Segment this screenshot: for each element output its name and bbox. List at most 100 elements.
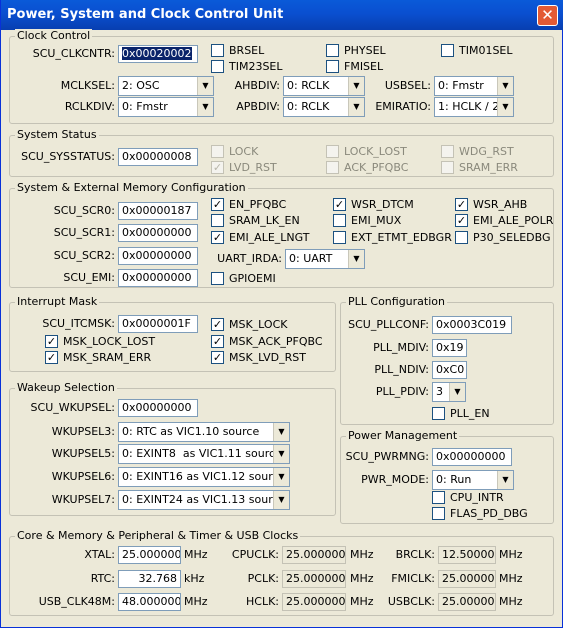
chevron-down-icon[interactable]: ▼ [273, 423, 289, 441]
msk-lvd-rst-checkbox[interactable]: ✓ MSK_LVD_RST [211, 351, 306, 365]
check-icon: ✓ [45, 335, 58, 348]
sram-lk-en-checkbox[interactable]: SRAM_LK_EN [211, 214, 300, 228]
physel-checkbox[interactable]: PHYSEL [326, 44, 386, 58]
checkbox-box [333, 231, 346, 244]
group-label: Clock Control [15, 29, 93, 42]
wdg-rst-checkbox: WDG_RST [441, 145, 514, 159]
emi-ale-polr-checkbox[interactable]: ✓ EMI_ALE_POLR [455, 214, 553, 228]
wkupsel6-label: WKUPSEL6: [51, 470, 115, 483]
chevron-down-icon[interactable]: ▼ [273, 445, 289, 463]
checkbox-box [326, 60, 339, 73]
rtc-label: RTC: [90, 572, 115, 585]
scu-clkcntr-field[interactable]: 0x00020002 [118, 45, 198, 63]
ext-etmt-edbgr-checkbox[interactable]: EXT_ETMT_EDBGR [333, 231, 452, 245]
dialog-window: Power, System and Clock Control Unit ✕ C… [0, 0, 563, 628]
wkupsel7-select[interactable]: 0: EXINT24 as VIC1.13 source ▼ [118, 490, 290, 510]
emi-mux-checkbox[interactable]: EMI_MUX [333, 214, 401, 228]
gpioemi-checkbox[interactable]: GPIOEMI [211, 272, 276, 286]
checkbox-box [441, 44, 454, 57]
rclkdiv-select[interactable]: 0: Fmstr ▼ [118, 97, 214, 117]
usbsel-select[interactable]: 0: Fmstr ▼ [434, 76, 514, 96]
cpu-intr-checkbox[interactable]: CPU_INTR [432, 491, 504, 505]
scu-clkcntr-label: SCU_CLKCNTR: [32, 47, 115, 60]
scu-sysstatus-field[interactable]: 0x00000008 [118, 148, 198, 166]
wkupsel5-select[interactable]: 0: EXINT8 as VIC1.11 source ▼ [118, 444, 290, 464]
unit-label: MHz [499, 572, 523, 585]
rtc-field[interactable]: 32.768 [118, 570, 181, 588]
pclk-field: 25.000000 [282, 570, 346, 588]
flas-pd-dbg-checkbox[interactable]: FLAS_PD_DBG [432, 507, 528, 521]
fmisel-checkbox[interactable]: FMISEL [326, 60, 383, 74]
chevron-down-icon[interactable]: ▼ [197, 98, 213, 116]
scu-scr2-field[interactable]: 0x00000000 [118, 247, 198, 265]
usb-clk48m-field[interactable]: 48.000000 [118, 593, 181, 611]
chevron-down-icon[interactable]: ▼ [497, 471, 513, 489]
wkupsel6-select[interactable]: 0: EXINT16 as VIC1.12 source ▼ [118, 467, 290, 487]
brclk-field: 12.500000 [438, 546, 496, 564]
msk-ack-pfqbc-checkbox[interactable]: ✓ MSK_ACK_PFQBC [211, 335, 323, 349]
chevron-down-icon[interactable]: ▼ [497, 98, 513, 116]
scu-scr1-field[interactable]: 0x00000000 [118, 224, 198, 242]
checkbox-box [333, 214, 346, 227]
xtal-label: XTAL: [84, 548, 115, 561]
xtal-field[interactable]: 25.000000 [118, 546, 181, 564]
pll-pdiv-select[interactable]: 3 ▼ [432, 382, 466, 402]
apbdiv-select[interactable]: 0: RCLK ▼ [283, 97, 365, 117]
scu-pllconf-field[interactable]: 0x0003C019 [432, 316, 512, 334]
wkupsel3-select[interactable]: 0: RTC as VIC1.10 source ▼ [118, 422, 290, 442]
chevron-down-icon[interactable]: ▼ [197, 77, 213, 95]
scu-wkupsel-field[interactable]: 0x00000000 [118, 399, 198, 417]
chevron-down-icon[interactable]: ▼ [497, 77, 513, 95]
close-button[interactable]: ✕ [537, 5, 558, 26]
emi-ale-lngt-checkbox[interactable]: ✓ EMI_ALE_LNGT [211, 231, 310, 245]
mclksel-select[interactable]: 2: OSC ▼ [118, 76, 214, 96]
wsr-dtcm-checkbox[interactable]: ✓ WSR_DTCM [333, 198, 414, 212]
pll-mdiv-label: PLL_MDIV: [373, 341, 429, 354]
wkupsel3-label: WKUPSEL3: [51, 425, 115, 438]
chevron-down-icon[interactable]: ▼ [348, 77, 364, 95]
emiratio-select[interactable]: 1: HCLK / 2 ▼ [434, 97, 514, 117]
group-label: Wakeup Selection [15, 381, 117, 394]
msk-lock-lost-checkbox[interactable]: ✓ MSK_LOCK_LOST [45, 335, 155, 349]
chevron-down-icon[interactable]: ▼ [449, 383, 465, 401]
chevron-down-icon[interactable]: ▼ [348, 250, 364, 268]
pll-mdiv-field[interactable]: 0x19 [432, 339, 467, 357]
scu-sysstatus-label: SCU_SYSSTATUS: [21, 150, 115, 163]
fmiclk-label: FMICLK: [391, 572, 435, 585]
pll-ndiv-field[interactable]: 0xC0 [432, 361, 467, 379]
msk-sram-err-checkbox[interactable]: ✓ MSK_SRAM_ERR [45, 351, 151, 365]
unit-label: MHz [350, 572, 374, 585]
pll-en-checkbox[interactable]: PLL_EN [432, 407, 490, 421]
scu-scr0-field[interactable]: 0x00000187 [118, 202, 198, 220]
ahbdiv-select[interactable]: 0: RCLK ▼ [283, 76, 365, 96]
group-label: Interrupt Mask [15, 295, 100, 308]
checkbox-box [326, 161, 339, 174]
ack-pfqbc-checkbox: ACK_PFQBC [326, 161, 408, 175]
brsel-checkbox[interactable]: BRSEL [211, 44, 264, 58]
tim23sel-checkbox[interactable]: TIM23SEL [211, 60, 283, 74]
pwr-mode-select[interactable]: 0: Run ▼ [432, 470, 514, 490]
chevron-down-icon[interactable]: ▼ [273, 491, 289, 509]
scu-emi-label: SCU_EMI: [63, 271, 115, 284]
uart-irda-select[interactable]: 0: UART ▼ [285, 249, 365, 269]
en-pfqbc-checkbox[interactable]: ✓ EN_PFQBC [211, 198, 286, 212]
unit-label: MHz [350, 595, 374, 608]
chevron-down-icon[interactable]: ▼ [273, 468, 289, 486]
group-label: System & External Memory Configuration [15, 181, 248, 194]
wsr-ahb-checkbox[interactable]: ✓ WSR_AHB [455, 198, 527, 212]
scu-emi-field[interactable]: 0x00000000 [118, 269, 198, 287]
p30-seledbg-checkbox[interactable]: P30_SELEDBG [455, 231, 551, 245]
group-label: Power Management [346, 429, 460, 442]
check-icon: ✓ [455, 198, 468, 211]
unit-label: MHz [184, 595, 208, 608]
wkupsel7-label: WKUPSEL7: [51, 493, 115, 506]
fmiclk-field: 25.000000 [438, 570, 496, 588]
scu-itcmsk-field[interactable]: 0x0000001F [118, 315, 198, 333]
pll-ndiv-label: PLL_NDIV: [374, 363, 429, 376]
msk-lock-checkbox[interactable]: ✓ MSK_LOCK [211, 318, 287, 332]
tim01sel-checkbox[interactable]: TIM01SEL [441, 44, 513, 58]
scu-pwrmng-field[interactable]: 0x00000000 [432, 448, 512, 466]
checkbox-box [211, 44, 224, 57]
window-title: Power, System and Clock Control Unit [7, 7, 284, 22]
chevron-down-icon[interactable]: ▼ [348, 98, 364, 116]
